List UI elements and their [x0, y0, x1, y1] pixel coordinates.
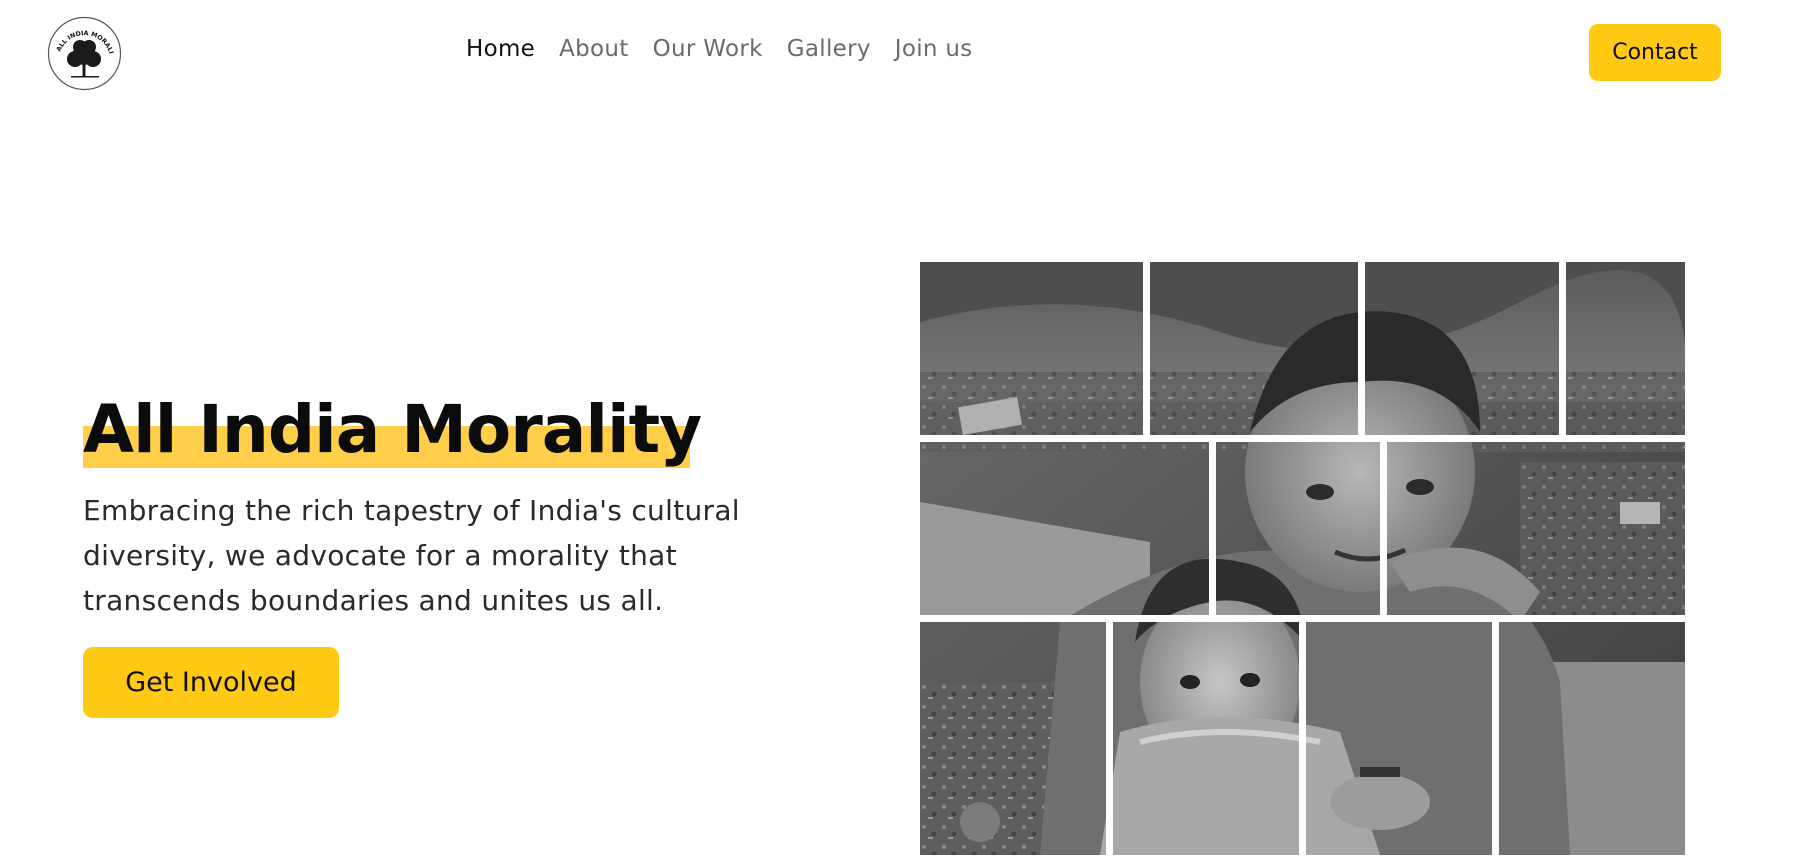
hero-title: All India Morality	[83, 391, 702, 468]
main-nav: Home About Our Work Gallery Join us	[466, 36, 973, 62]
nav-home[interactable]: Home	[466, 36, 535, 62]
children-photo-image	[920, 262, 1685, 855]
site-logo[interactable]: ALL INDIA MORALITY	[44, 11, 122, 91]
tree-logo-icon: ALL INDIA MORALITY	[44, 11, 122, 91]
hero-photo-mosaic	[920, 262, 1685, 855]
nav-our-work[interactable]: Our Work	[653, 36, 763, 62]
nav-about[interactable]: About	[559, 36, 629, 62]
contact-button[interactable]: Contact	[1589, 24, 1721, 81]
get-involved-button[interactable]: Get Involved	[83, 647, 339, 718]
hero-title-block: All India Morality	[83, 390, 702, 470]
hero-description: Embracing the rich tapestry of India's c…	[83, 494, 740, 617]
nav-join-us[interactable]: Join us	[895, 36, 973, 62]
nav-gallery[interactable]: Gallery	[787, 36, 871, 62]
